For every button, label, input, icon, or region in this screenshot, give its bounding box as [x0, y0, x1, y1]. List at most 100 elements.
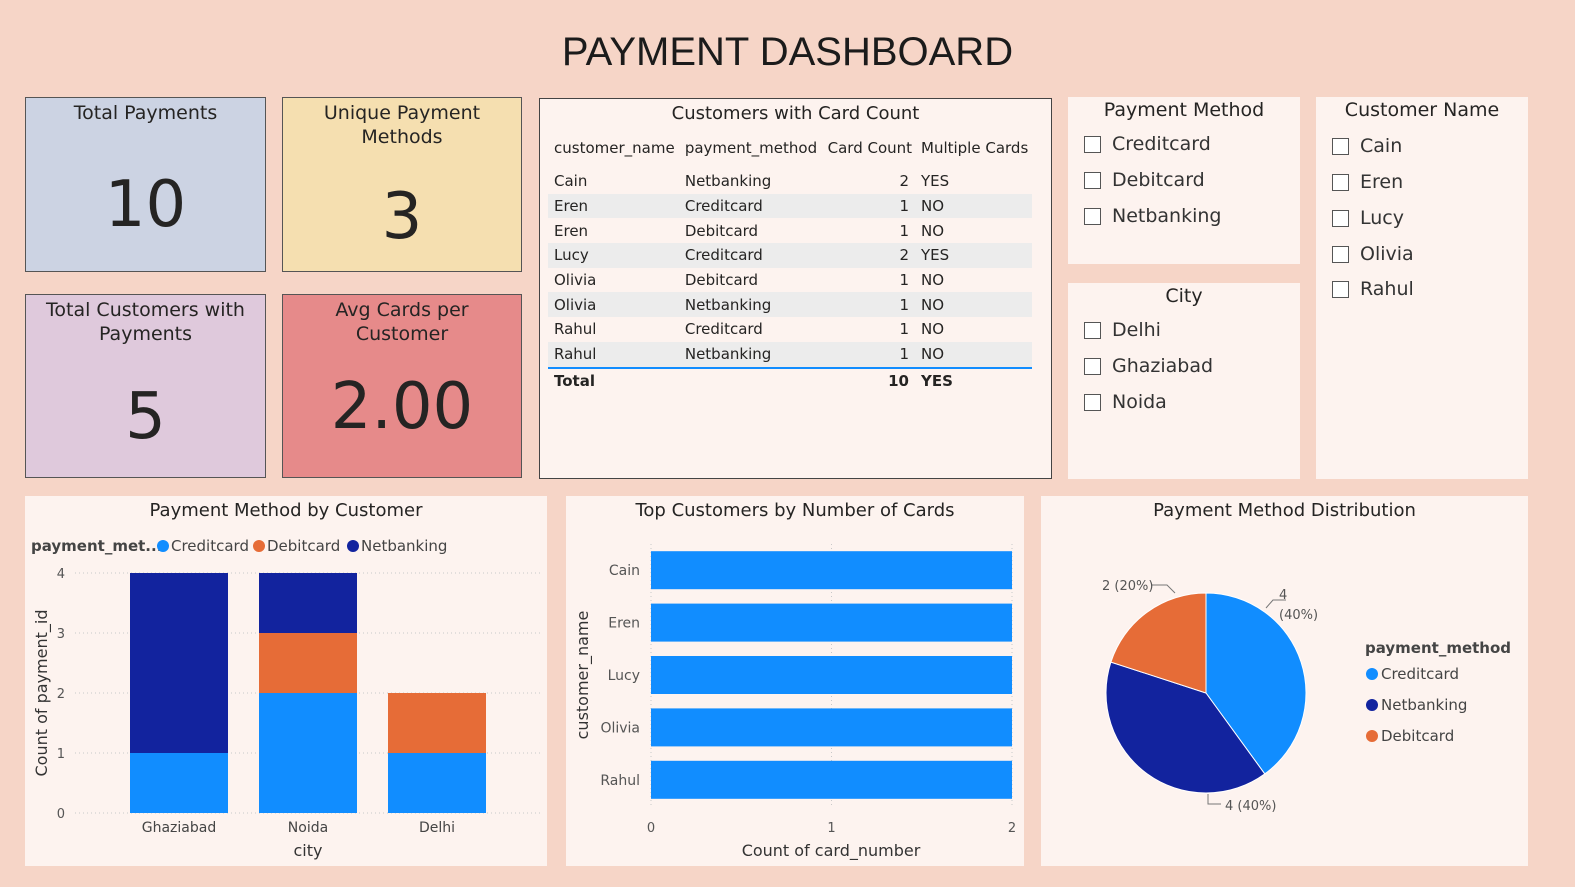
option-label: Ghaziabad: [1112, 355, 1214, 377]
city-slicer: City Delhi Ghaziabad Noida: [1068, 283, 1300, 479]
slicer-option-lucy[interactable]: Lucy: [1332, 207, 1404, 229]
table-cell: Lucy: [548, 243, 679, 268]
checkbox[interactable]: [1084, 393, 1101, 411]
card-label: Total Customers with Payments: [46, 299, 245, 345]
leader-line: [1207, 794, 1221, 805]
total-cell: YES: [915, 366, 1032, 394]
table-cell: Creditcard: [684, 320, 763, 339]
payment-method-distribution-chart[interactable]: Payment Method Distribution 4 (40%) 4 (40%…: [1041, 496, 1528, 866]
table-cell: Netbanking: [678, 341, 822, 368]
legend-marker: [1366, 699, 1378, 711]
unique-payment-methods-card[interactable]: Unique Payment Methods 3: [282, 97, 522, 272]
column-header[interactable]: payment_method: [679, 135, 822, 169]
option-label: Creditcard: [1112, 133, 1211, 155]
payment-method-by-customer-chart[interactable]: Payment Method by Customer payment_met..…: [25, 496, 547, 866]
table-row[interactable]: Eren Debitcard 1 NO: [548, 218, 1032, 243]
checkbox[interactable]: [1332, 137, 1349, 155]
y-tick-label: 1: [57, 747, 65, 762]
table-header-row: customer_name payment_method Card Count …: [548, 135, 1032, 169]
table-cell: 1: [821, 193, 915, 219]
customers-card-count-table[interactable]: Customers with Card Count customer_name …: [539, 98, 1052, 479]
checkbox[interactable]: [1332, 245, 1349, 263]
table-row[interactable]: Rahul Creditcard 1 NO: [548, 317, 1032, 342]
table-cell: 2: [899, 172, 909, 191]
table-row[interactable]: Olivia Netbanking 1 NO: [548, 292, 1032, 318]
card-label: Unique Payment Methods: [323, 102, 481, 148]
y-tick-label: Eren: [608, 616, 640, 632]
option-label: Cain: [1360, 135, 1403, 157]
data-label: (40%): [1279, 608, 1318, 623]
y-axis-label: customer_name: [573, 611, 593, 740]
slicer-option-delhi[interactable]: Delhi: [1084, 319, 1161, 341]
legend-label: Creditcard: [171, 537, 249, 555]
table-cell: Olivia: [554, 271, 597, 290]
x-axis-label: city: [294, 841, 323, 860]
customer-name-slicer: Customer Name Cain Eren Lucy Olivia Rahu…: [1316, 97, 1528, 479]
checkbox[interactable]: [1084, 207, 1101, 225]
slicer-option-noida[interactable]: Noida: [1084, 391, 1167, 413]
checkbox[interactable]: [1332, 209, 1349, 227]
bar: [651, 603, 1012, 642]
table-row[interactable]: Rahul Netbanking 1 NO: [548, 341, 1032, 368]
table-cell: Eren: [554, 221, 589, 240]
table-cell: 1: [821, 292, 915, 318]
legend-marker: [253, 540, 265, 552]
table-row[interactable]: Olivia Debitcard 1 NO: [548, 268, 1032, 293]
table-cell: Netbanking: [684, 172, 772, 191]
option-label: Eren: [1360, 171, 1404, 193]
checkbox[interactable]: [1084, 357, 1101, 375]
column-header[interactable]: customer_name: [548, 135, 679, 169]
y-tick-label: Lucy: [608, 668, 640, 684]
checkbox[interactable]: [1332, 173, 1349, 191]
x-tick-label: Noida: [288, 820, 328, 836]
bar-segment-creditcard: [130, 753, 228, 813]
slicer-title: Payment Method: [1103, 99, 1265, 121]
table-cell: Debitcard: [684, 271, 759, 290]
card-label: Total Payments: [73, 102, 218, 124]
checkbox[interactable]: [1084, 321, 1101, 339]
slicer-option-eren[interactable]: Eren: [1332, 171, 1403, 193]
checkbox[interactable]: [1332, 280, 1349, 298]
table-row[interactable]: Lucy Creditcard 2 YES: [548, 243, 1032, 268]
bar: [651, 708, 1012, 747]
bar-segment-netbanking: [130, 573, 228, 753]
slicer-option-rahul[interactable]: Rahul: [1332, 278, 1414, 300]
total-payments-card[interactable]: Total Payments 10: [25, 97, 266, 272]
slicer-option-creditcard[interactable]: Creditcard: [1084, 133, 1211, 155]
slicer-option-cain[interactable]: Cain: [1332, 135, 1402, 157]
column-header[interactable]: Card Count: [822, 135, 915, 169]
card-value: 5: [125, 380, 166, 454]
slicer-option-debitcard[interactable]: Debitcard: [1084, 169, 1205, 191]
card-value: 10: [104, 168, 187, 242]
legend-title: payment_method: [1365, 639, 1511, 657]
table-cell: Cain: [554, 172, 588, 191]
table-title: Customers with Card Count: [671, 103, 920, 124]
bar-segment-debitcard: [259, 633, 357, 693]
bar-segment-creditcard: [388, 753, 486, 813]
table-cell: 1: [899, 221, 909, 240]
slicer-option-netbanking[interactable]: Netbanking: [1084, 205, 1221, 227]
payment-method-slicer: Payment Method Creditcard Debitcard Netb…: [1068, 97, 1300, 264]
table-row[interactable]: Eren Creditcard 1 NO: [548, 193, 1032, 219]
table-cell: Creditcard: [678, 193, 822, 219]
leader-line: [1151, 584, 1176, 594]
checkbox[interactable]: [1084, 135, 1101, 153]
y-tick-label: Rahul: [600, 773, 640, 789]
total-cell: Total: [548, 366, 679, 394]
legend-label: Debitcard: [1381, 727, 1454, 745]
slicer-option-ghaziabad[interactable]: Ghaziabad: [1084, 355, 1213, 377]
bar: [651, 760, 1012, 799]
total-customers-card[interactable]: Total Customers with Payments 5: [25, 294, 266, 478]
table-cell: Olivia: [548, 292, 679, 318]
legend-label: Netbanking: [361, 537, 447, 555]
top-customers-chart[interactable]: Top Customers by Number of Cards 0 1 2 Cain…: [566, 496, 1024, 866]
legend-marker: [157, 540, 169, 552]
column-header[interactable]: Multiple Cards: [915, 135, 1032, 169]
card-value: 3: [381, 180, 423, 254]
slicer-option-olivia[interactable]: Olivia: [1332, 243, 1414, 265]
table-row[interactable]: Cain Netbanking 2 YES: [548, 169, 1032, 194]
avg-cards-card[interactable]: Avg Cards per Customer 2.00: [282, 294, 522, 478]
x-tick-label: 1: [827, 821, 835, 836]
checkbox[interactable]: [1084, 171, 1101, 189]
table-cell: YES: [915, 243, 1032, 268]
